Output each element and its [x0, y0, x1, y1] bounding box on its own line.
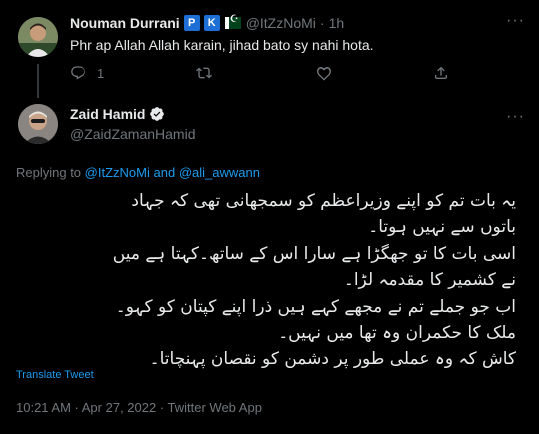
tweet-line: نے کشمیر کا مقدمہ لڑا۔ [343, 270, 516, 291]
parent-action-bar: 1 [70, 64, 449, 82]
parent-handle[interactable]: @ItZzNoMi [246, 15, 316, 31]
tweet-line: باتوں سے نہیں ہوتا۔ [368, 217, 516, 238]
avatar[interactable] [18, 17, 58, 57]
p-badge-icon: P [183, 15, 200, 31]
tweet-line: یہ بات تم کو اپنے وزیراعظم کو سمجھانی تھ… [131, 191, 516, 211]
pakistan-flag-icon [224, 14, 241, 29]
reply-icon [71, 66, 85, 80]
mention-link[interactable]: @ali_awwann [179, 165, 260, 180]
reply-count: 1 [97, 65, 105, 81]
parent-tweet-text: Phr ap Allah Allah karain, jihad bato sy… [70, 37, 374, 53]
author-name-row: Zaid Hamid [70, 106, 195, 122]
avatar-image [18, 104, 58, 144]
share-button[interactable] [433, 65, 449, 81]
like-button[interactable] [316, 65, 433, 81]
share-icon [435, 66, 447, 79]
mention-link[interactable]: @ItZzNoMi [85, 165, 150, 180]
replying-prefix: Replying to [16, 165, 82, 180]
author-display-name[interactable]: Zaid Hamid [70, 106, 145, 122]
author-block: Zaid Hamid @ZaidZamanHamid [70, 106, 195, 142]
like-icon [316, 67, 332, 81]
replying-to-line: Replying to @ItZzNoMi and @ali_awwann [16, 165, 260, 180]
parent-display-name[interactable]: Nouman Durrani [70, 15, 180, 31]
parent-tweet[interactable]: Nouman Durrani P K @ItZzNoMi · 1h ··· Ph… [0, 0, 539, 98]
parent-tweet-header: Nouman Durrani P K @ItZzNoMi · 1h [70, 14, 344, 32]
author-handle[interactable]: @ZaidZamanHamid [70, 126, 195, 142]
tweet-thread-page: Nouman Durrani P K @ItZzNoMi · 1h ··· Ph… [0, 0, 539, 434]
avatar[interactable] [18, 104, 58, 144]
tweet-line: اب جو جملے تم نے مجھے کہے ہیں ذرا اپنے ک… [115, 296, 516, 317]
parent-time[interactable]: 1h [329, 15, 345, 31]
mention-and[interactable]: and [154, 165, 176, 180]
tweet-line: اسی بات کا تو جھگڑا ہے سارا اس کے ساتھ۔ک… [112, 243, 516, 264]
tweet-text: یہ بات تم کو اپنے وزیراعظم کو سمجھانی تھ… [16, 188, 516, 373]
more-options-button[interactable]: ··· [506, 109, 525, 125]
retweet-icon [196, 67, 212, 79]
reply-button[interactable]: 1 [70, 65, 196, 81]
translate-tweet-link[interactable]: Translate Tweet [16, 369, 94, 381]
avatar-image [18, 17, 58, 57]
separator-dot: · [319, 15, 325, 31]
tweet-timestamp[interactable]: 10:21 AM · Apr 27, 2022 · Twitter Web Ap… [16, 400, 262, 415]
retweet-button[interactable] [196, 65, 316, 81]
more-options-button[interactable]: ··· [506, 13, 525, 29]
tweet-line: ملک کا حکمران وہ تھا میں نہیں۔ [278, 323, 516, 344]
verified-badge-icon [150, 107, 165, 121]
k-badge-icon: K [203, 15, 220, 31]
thread-connector-line [37, 64, 39, 98]
